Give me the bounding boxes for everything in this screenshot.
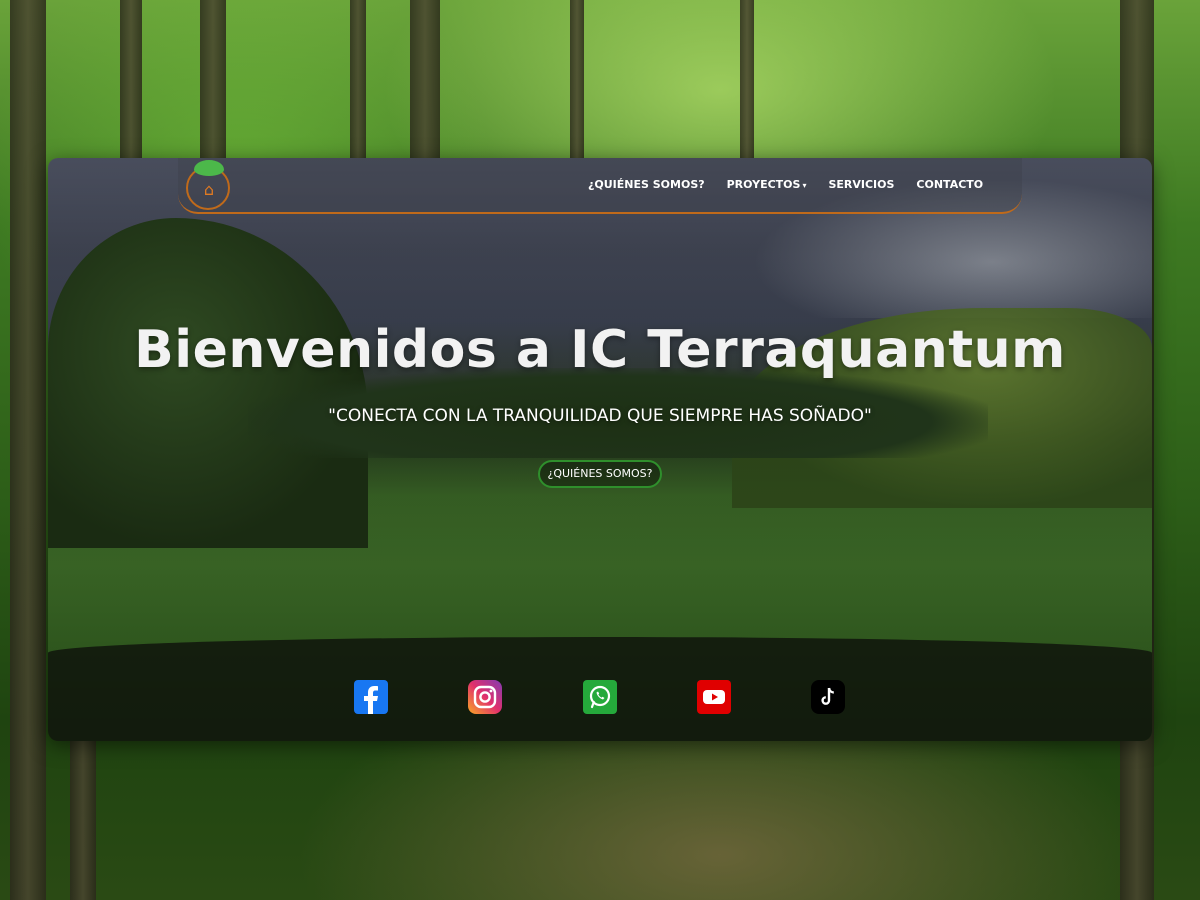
background-tree-trunk [570,0,584,160]
house-icon: ⌂ [203,180,215,199]
background-tree-trunk [200,0,226,160]
nav-item-label: PROYECTOS [726,178,801,191]
leaf-icon [194,160,224,176]
background-tree-trunk [10,0,46,900]
nav-menu: ¿QUIÉNES SOMOS? PROYECTOS ▾ SERVICIOS CON… [588,178,1005,191]
hero-subtitle: "CONECTA CON LA TRANQUILIDAD QUE SIEMPRE… [328,406,872,426]
tiktok-icon[interactable] [811,680,845,714]
background-tree-trunk [740,0,754,160]
nav-item-contacto[interactable]: CONTACTO [916,178,983,191]
nav-item-servicios[interactable]: SERVICIOS [828,178,894,191]
nav-item-proyectos[interactable]: PROYECTOS ▾ [727,178,807,191]
nav-item-quienes-somos[interactable]: ¿QUIÉNES SOMOS? [588,178,705,191]
background-tree-trunk [410,0,440,160]
facebook-icon[interactable] [354,680,388,714]
hero-card: ⌂ ¿QUIÉNES SOMOS? PROYECTOS ▾ SERVICIOS C… [48,158,1152,741]
background-tree-trunk [350,0,366,160]
instagram-icon[interactable] [468,680,502,714]
quienes-somos-button[interactable]: ¿QUIÉNES SOMOS? [538,460,662,488]
caret-down-icon: ▾ [802,181,807,190]
hero-title: Bienvenidos a IC Terraquantum [134,320,1066,380]
youtube-icon[interactable] [697,680,731,714]
background-tree-trunk [70,740,96,900]
background-tree-trunk [120,0,142,160]
social-bar [48,637,1152,741]
whatsapp-icon[interactable] [583,680,617,714]
site-logo[interactable]: ⌂ [186,160,230,210]
